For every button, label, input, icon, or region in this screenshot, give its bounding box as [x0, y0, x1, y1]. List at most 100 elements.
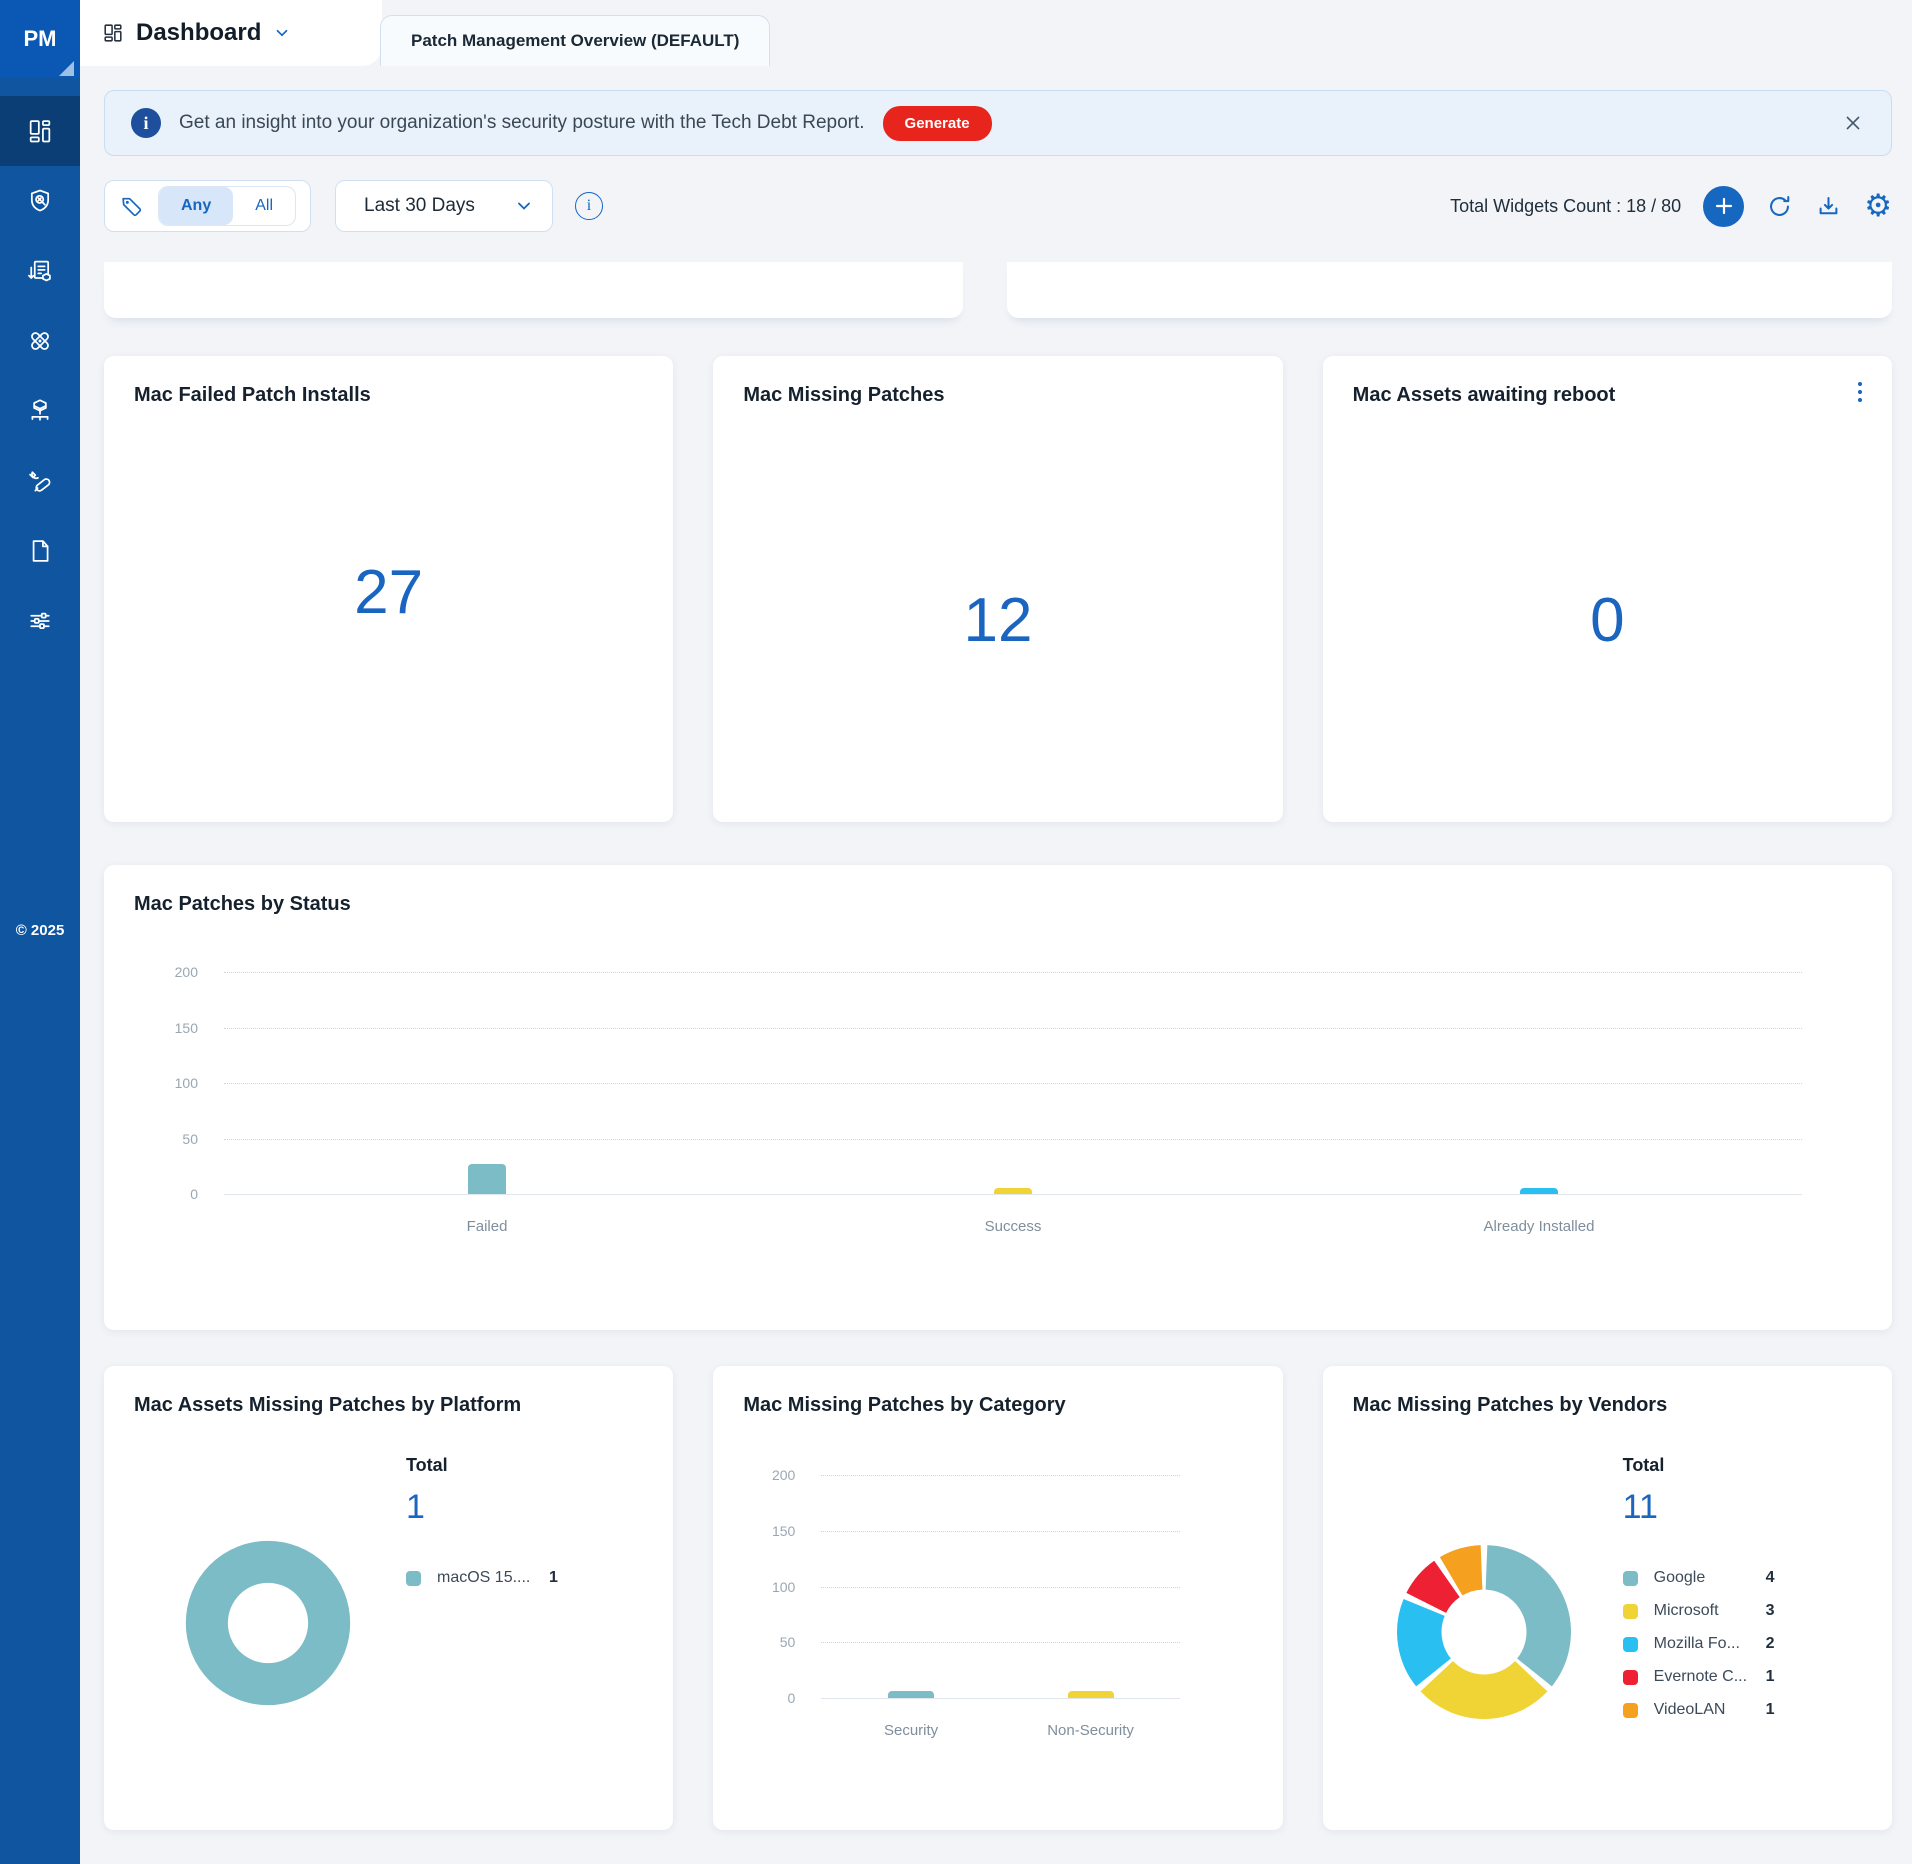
legend-swatch — [1623, 1670, 1638, 1685]
toolbar-right: Total Widgets Count : 18 / 80 ⚙ — [1450, 186, 1892, 227]
widget-missing-patches-by-category: Mac Missing Patches by Category 20015010… — [713, 1366, 1282, 1830]
legend-value: 1 — [1766, 1701, 1775, 1719]
bar-security[interactable] — [888, 1691, 934, 1698]
status-bar-chart: 200150100500FailedSuccessAlready Install… — [134, 972, 1862, 1292]
tag-filter-all[interactable]: All — [233, 187, 295, 225]
widget-menu-button[interactable] — [1854, 378, 1866, 406]
refresh-button[interactable] — [1766, 193, 1793, 220]
donut-body: Total 11 Google4Microsoft3Mozilla Fo...2… — [1353, 1417, 1862, 1723]
grid-line — [224, 1028, 1802, 1029]
stat-value: 12 — [743, 585, 1252, 656]
widget-title: Mac Assets Missing Patches by Platform — [134, 1394, 643, 1417]
x-category-label: Failed — [367, 1218, 607, 1235]
widget-title: Mac Assets awaiting reboot — [1353, 384, 1862, 407]
legend-label: Evernote C... — [1654, 1668, 1766, 1686]
legend-item-evernote-c-[interactable]: Evernote C...1 — [1623, 1668, 1775, 1686]
donut-slice-google[interactable] — [1486, 1567, 1548, 1672]
sidebar-item-settings[interactable] — [0, 586, 80, 656]
legend-swatch — [1623, 1604, 1638, 1619]
legend-item-videolan[interactable]: VideoLAN1 — [1623, 1701, 1775, 1719]
vendors-legend: Google4Microsoft3Mozilla Fo...2Evernote … — [1623, 1569, 1775, 1719]
widget-mac-missing-patches: Mac Missing Patches 12 — [713, 356, 1282, 822]
legend-swatch — [1623, 1571, 1638, 1586]
sidebar-item-tools[interactable] — [0, 446, 80, 516]
bar-success[interactable] — [994, 1188, 1032, 1194]
tag-filter-any[interactable]: Any — [159, 187, 233, 225]
deployment-icon — [26, 397, 54, 425]
sidebar-item-deployment[interactable] — [0, 376, 80, 446]
sidebar-item-report-deploy[interactable] — [0, 236, 80, 306]
banner-close-button[interactable] — [1841, 111, 1865, 135]
platform-donut-chart[interactable] — [182, 1537, 354, 1709]
legend-value: 2 — [1766, 1635, 1775, 1653]
widgets-count-label: Total Widgets Count : 18 / 80 — [1450, 196, 1681, 217]
close-icon — [1841, 111, 1865, 135]
dashboard-icon — [26, 117, 54, 145]
widget-missing-patches-by-vendors: Mac Missing Patches by Vendors Total 11 … — [1323, 1366, 1892, 1830]
sliders-icon — [26, 607, 54, 635]
sidebar-item-documents[interactable] — [0, 516, 80, 586]
sidebar-item-patches[interactable] — [0, 306, 80, 376]
sidebar-item-threat-scan[interactable] — [0, 166, 80, 236]
tag-filter: Any All — [104, 180, 311, 232]
download-icon — [1815, 193, 1842, 220]
generate-button[interactable]: Generate — [883, 106, 992, 141]
legend-swatch — [1623, 1703, 1638, 1718]
download-button[interactable] — [1815, 193, 1842, 220]
grid-line — [821, 1587, 1180, 1588]
legend-item-google[interactable]: Google4 — [1623, 1569, 1775, 1587]
total-value: 11 — [1623, 1488, 1775, 1527]
settings-button[interactable]: ⚙ — [1864, 193, 1892, 220]
wrench-patch-icon — [26, 467, 54, 495]
partial-widget-card — [1007, 262, 1892, 318]
legend-item-microsoft[interactable]: Microsoft3 — [1623, 1602, 1775, 1620]
y-tick-label: 150 — [134, 1018, 198, 1038]
grid-line — [821, 1642, 1180, 1643]
stat-value: 27 — [134, 557, 643, 628]
donut-slice-microsoft[interactable] — [1436, 1676, 1530, 1696]
grid-line — [224, 1083, 1802, 1084]
total-value: 1 — [406, 1488, 558, 1527]
bottom-widget-row: Mac Assets Missing Patches by Platform T… — [104, 1366, 1892, 1830]
app-logo-text: PM — [24, 26, 57, 52]
donut-side: Total 1 macOS 15....1 — [406, 1455, 558, 1587]
legend-label: VideoLAN — [1654, 1701, 1766, 1719]
legend-label: Mozilla Fo... — [1654, 1635, 1766, 1653]
grid-line — [821, 1475, 1180, 1476]
legend-label: Microsoft — [1654, 1602, 1766, 1620]
gear-icon: ⚙ — [1864, 193, 1892, 220]
tab-patch-management-overview[interactable]: Patch Management Overview (DEFAULT) — [380, 15, 770, 66]
y-tick-label: 200 — [743, 1465, 795, 1485]
widget-title: Mac Missing Patches by Category — [743, 1394, 1252, 1417]
bar-failed[interactable] — [468, 1164, 506, 1194]
sidebar-nav — [0, 96, 80, 656]
bar-already-installed[interactable] — [1520, 1188, 1558, 1194]
tag-icon — [119, 194, 144, 219]
banner-message: Get an insight into your organization's … — [179, 112, 865, 134]
bar-non-security[interactable] — [1068, 1691, 1114, 1698]
x-category-label: Success — [893, 1218, 1133, 1235]
chevron-down-icon — [514, 196, 534, 216]
sidebar-item-dashboard[interactable] — [0, 96, 80, 166]
patch-icon — [26, 327, 54, 355]
dashboard-menu[interactable]: Dashboard — [80, 0, 382, 66]
legend-item-mozilla-fo-[interactable]: Mozilla Fo...2 — [1623, 1635, 1775, 1653]
add-widget-button[interactable] — [1703, 186, 1744, 227]
legend-swatch — [406, 1571, 421, 1586]
toolbar: Any All Last 30 Days i Total Widgets Cou… — [104, 180, 1892, 232]
donut-slice-mozilla-fo-[interactable] — [1419, 1607, 1433, 1672]
partial-widget-card — [104, 262, 963, 318]
donut-slice-macOS 15....[interactable] — [207, 1562, 329, 1684]
stat-card-row: Mac Failed Patch Installs 27 Mac Missing… — [104, 356, 1892, 822]
grid-line — [224, 1139, 1802, 1140]
app-logo[interactable]: PM — [0, 0, 80, 78]
donut-slice-videolan[interactable] — [1451, 1567, 1481, 1576]
logo-fold-decoration — [59, 61, 74, 76]
donut-slice-evernote-c-[interactable] — [1426, 1579, 1447, 1603]
legend-item-macos-15-[interactable]: macOS 15....1 — [406, 1569, 558, 1587]
stat-value: 0 — [1353, 585, 1862, 656]
vendors-donut-chart[interactable] — [1393, 1541, 1575, 1723]
legend-value: 1 — [1766, 1668, 1775, 1686]
date-range-select[interactable]: Last 30 Days — [335, 180, 553, 232]
date-info-icon[interactable]: i — [575, 192, 603, 220]
